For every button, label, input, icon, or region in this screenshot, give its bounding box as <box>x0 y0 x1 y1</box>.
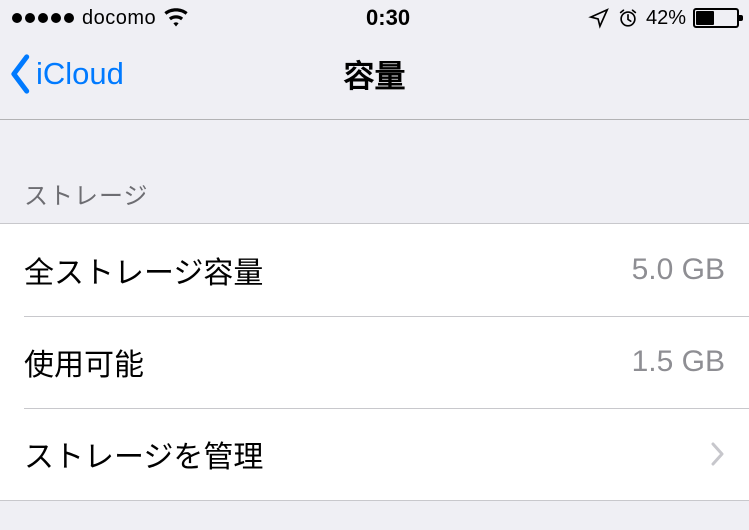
row-value: 5.0 GB <box>632 253 725 287</box>
alarm-icon <box>617 7 639 29</box>
row-value: 1.5 GB <box>632 345 725 379</box>
nav-bar: iCloud 容量 <box>0 36 749 120</box>
row-manage-storage[interactable]: ストレージを管理 <box>0 408 749 500</box>
row-available-storage: 使用可能 1.5 GB <box>0 316 749 408</box>
status-left: docomo <box>12 6 188 30</box>
storage-list: 全ストレージ容量 5.0 GB 使用可能 1.5 GB ストレージを管理 <box>0 223 749 501</box>
back-button[interactable]: iCloud <box>8 54 124 94</box>
status-right: 42% <box>588 7 739 30</box>
battery-percent: 42% <box>646 7 686 30</box>
back-label: iCloud <box>36 56 124 92</box>
battery-icon <box>693 8 739 28</box>
location-icon <box>588 7 610 29</box>
status-time: 0:30 <box>366 5 410 31</box>
row-total-storage: 全ストレージ容量 5.0 GB <box>0 224 749 316</box>
row-label: 全ストレージ容量 <box>24 248 263 292</box>
row-label: 使用可能 <box>24 340 144 384</box>
wifi-icon <box>164 6 188 30</box>
status-bar: docomo 0:30 42% <box>0 0 749 36</box>
carrier-label: docomo <box>82 7 156 30</box>
chevron-left-icon <box>8 54 34 94</box>
section-header-storage: ストレージ <box>0 120 749 223</box>
row-label: ストレージを管理 <box>24 432 263 476</box>
chevron-right-icon <box>711 442 725 466</box>
signal-strength-icon <box>12 13 74 23</box>
